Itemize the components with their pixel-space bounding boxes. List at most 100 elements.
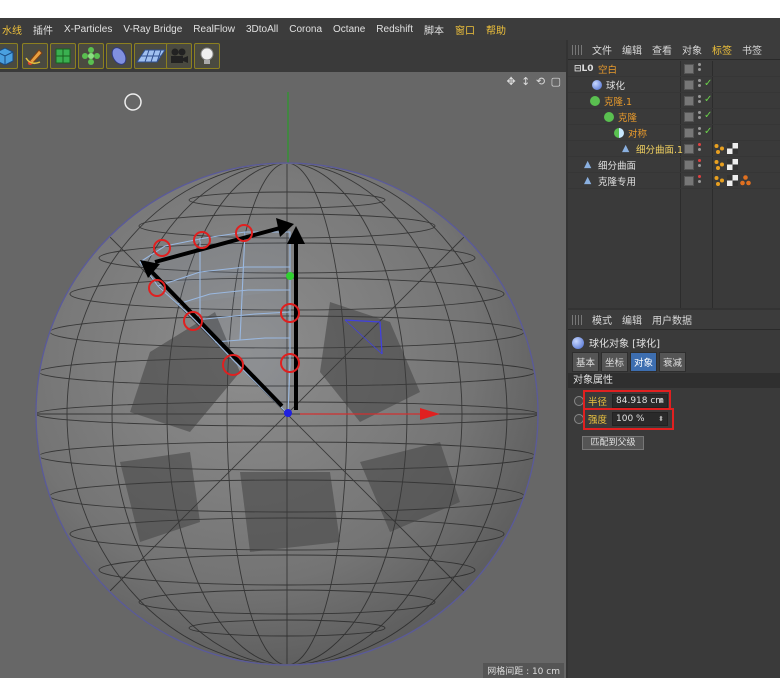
visibility-dots-icon[interactable] [698,127,701,139]
cube-icon[interactable] [0,43,18,69]
layer-flag-icon[interactable] [684,96,694,106]
match-to-parent-button[interactable]: 匹配到父级 [582,436,644,450]
floor-icon[interactable] [134,43,168,69]
subtab-object[interactable]: 对象 [630,352,658,372]
object-row-cloner-1[interactable]: 克隆.1 ✓ [568,93,780,109]
spherify-icon [572,336,584,349]
vertex-tag-icon[interactable] [714,175,725,186]
tab-edit[interactable]: 编辑 [622,42,642,57]
vertex-tag-icon[interactable] [714,159,725,170]
tab-edit[interactable]: 编辑 [622,312,642,327]
layer-flag-icon[interactable] [684,160,694,170]
menu-item-2[interactable]: X-Particles [64,24,112,35]
menu-item-7[interactable]: Octane [333,24,365,35]
menu-item-6[interactable]: Corona [289,24,322,35]
grid-spacing-label: 网格间距 : 10 cm [483,663,564,678]
object-list: ⊟L0 空白 球化 ✓ 克隆.1 ✓ 克隆 ✓ 对称 ✓ ▲ 细分曲面.1 ▲ … [568,61,780,189]
panel-grip-icon[interactable] [572,44,584,55]
object-row-null[interactable]: ⊟L0 空白 [568,61,780,77]
visibility-dots-icon[interactable] [698,159,701,171]
tab-user-data[interactable]: 用户数据 [652,312,692,327]
menu-item-3[interactable]: V-Ray Bridge [123,24,182,35]
pen-icon[interactable] [22,43,48,69]
enabled-check-icon[interactable]: ✓ [704,78,712,89]
enabled-check-icon[interactable]: ✓ [704,110,712,121]
menu-item-8[interactable]: Redshift [376,24,413,35]
material-tag-icon[interactable] [740,175,751,186]
visibility-dots-icon[interactable] [698,79,701,91]
object-manager-tabs: 文件 编辑 查看 对象 标签 书签 [568,40,780,60]
deformer-icon[interactable] [106,43,132,69]
object-row-subdivision[interactable]: ▲ 细分曲面 [568,157,780,173]
menu-item-1[interactable]: 插件 [33,22,53,37]
attribute-manager-tabs: 模式 编辑 用户数据 [568,310,780,330]
visibility-dots-icon[interactable] [698,95,701,107]
menu-item-5[interactable]: 3DtoAll [246,24,278,35]
menu-item-11[interactable]: 帮助 [486,22,506,37]
object-manager: 文件 编辑 查看 对象 标签 书签 ⊟L0 空白 球化 ✓ 克隆.1 ✓ 克隆 … [568,40,780,308]
enabled-check-icon[interactable]: ✓ [704,126,712,137]
menu-item-10[interactable]: 窗口 [455,22,475,37]
subtab-basic[interactable]: 基本 [572,352,600,372]
layer-flag-icon[interactable] [684,176,694,186]
tab-object[interactable]: 对象 [682,42,702,57]
viewport[interactable]: ✥ ↕ ⟲ ▢ 网格间距 : 10 cm [0,72,566,678]
visibility-dots-icon[interactable] [698,111,701,123]
object-row-symmetry[interactable]: 对称 ✓ [568,125,780,141]
panel-grip-icon[interactable] [572,314,584,325]
vertex-tag-icon[interactable] [714,143,725,154]
object-name: 细分曲面 [598,160,637,172]
attribute-subtabs: 基本 坐标 对象 衰减 [572,352,688,372]
visibility-dots-icon[interactable] [698,175,701,187]
checker-tag-icon[interactable] [727,175,738,186]
object-name: 球化 [606,80,626,92]
checker-tag-icon[interactable] [727,143,738,154]
highlight-box [583,390,671,410]
menubar: 水线 插件 X-Particles V-Ray Bridge RealFlow … [0,18,780,40]
c4d-window: 水线 插件 X-Particles V-Ray Bridge RealFlow … [0,18,780,678]
object-name: 空白 [598,64,618,76]
spherify-icon [592,80,602,90]
menu-item-4[interactable]: RealFlow [193,24,235,35]
cloner-icon [590,96,600,106]
tab-bookmarks[interactable]: 书签 [742,42,762,57]
tab-mode[interactable]: 模式 [592,312,612,327]
layer-flag-icon[interactable] [684,128,694,138]
attribute-title: 球化对象 [球化] [572,335,660,350]
layer-flag-icon[interactable] [684,64,694,74]
object-row-spherify[interactable]: 球化 ✓ [568,77,780,93]
camera-icon[interactable] [166,43,192,69]
cloner-icon[interactable] [78,43,104,69]
layer-flag-icon[interactable] [684,144,694,154]
layer-flag-icon[interactable] [684,80,694,90]
viewport-nav-icons[interactable]: ✥ ↕ ⟲ ▢ [506,75,562,88]
menu-item-0[interactable]: 水线 [2,22,22,37]
tab-tags[interactable]: 标签 [712,42,732,57]
light-icon[interactable] [194,43,220,69]
object-row-clone-only[interactable]: ▲ 克隆专用 [568,173,780,189]
visibility-dots-icon[interactable] [698,143,701,155]
object-name: 细分曲面.1 [636,144,684,156]
checker-tag-icon[interactable] [727,159,738,170]
subdivision-icon[interactable] [50,43,76,69]
object-name: 克隆专用 [598,176,637,188]
tag-list [714,175,753,186]
subdivision-icon: ▲ [584,175,592,186]
tab-file[interactable]: 文件 [592,42,612,57]
enabled-check-icon[interactable]: ✓ [704,94,712,105]
object-row-cloner[interactable]: 克隆 ✓ [568,109,780,125]
tab-view[interactable]: 查看 [652,42,672,57]
section-header: 对象属性 [568,373,780,388]
toolbar [0,40,566,72]
layer-flag-icon[interactable] [684,112,694,122]
attribute-manager: 模式 编辑 用户数据 球化对象 [球化] 基本 坐标 对象 衰减 对象属性 半径… [568,310,780,678]
object-name: 克隆.1 [604,96,633,108]
subtab-coord[interactable]: 坐标 [601,352,629,372]
object-name: 克隆 [618,112,638,124]
menu-item-9[interactable]: 脚本 [424,22,444,37]
object-row-subdivision-1[interactable]: ▲ 细分曲面.1 [568,141,780,157]
cloner-icon [604,112,614,122]
visibility-dots-icon[interactable] [698,63,701,75]
selection-cursor-icon [124,93,142,111]
subtab-falloff[interactable]: 衰减 [659,352,687,372]
